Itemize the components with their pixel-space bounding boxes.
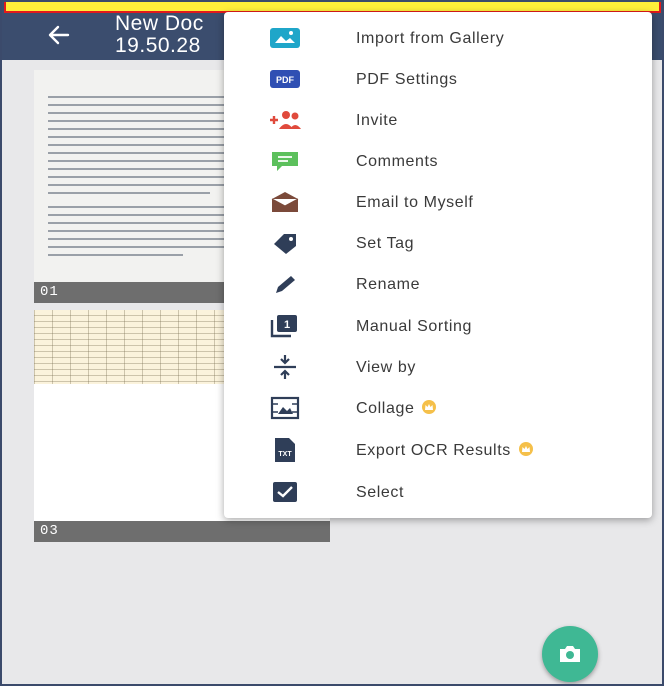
comment-icon — [268, 148, 302, 174]
menu-item-set-tag[interactable]: Set Tag — [224, 223, 652, 264]
menu-item-label: Comments — [356, 153, 439, 170]
sort-icon: 1 — [268, 313, 302, 339]
menu-item-import-from-gallery[interactable]: Import from Gallery — [224, 18, 652, 59]
menu-item-label: Manual Sorting — [356, 318, 473, 335]
menu-item-invite[interactable]: Invite — [224, 100, 652, 141]
menu-item-export-ocr-results[interactable]: TXT Export OCR Results — [224, 430, 652, 471]
document-title: New Doc 19.50.28 — [115, 13, 204, 57]
camera-icon — [560, 646, 580, 662]
overflow-menu: Import from Gallery PDF PDF Settings Inv… — [224, 12, 652, 518]
checkbox-icon — [268, 479, 302, 505]
view-by-icon — [268, 354, 302, 380]
menu-item-label: Import from Gallery — [356, 30, 505, 47]
menu-item-rename[interactable]: Rename — [224, 264, 652, 305]
envelope-icon — [268, 189, 302, 215]
menu-item-label-text: Export OCR Results — [356, 442, 511, 459]
crown-icon — [422, 400, 437, 414]
document-title-line1: New Doc — [115, 12, 204, 35]
menu-item-label: Collage — [356, 399, 437, 419]
menu-item-label: Invite — [356, 112, 398, 129]
arrow-left-icon[interactable] — [46, 22, 74, 50]
menu-item-manual-sorting[interactable]: 1 Manual Sorting — [224, 306, 652, 347]
menu-item-label: Email to Myself — [356, 194, 474, 211]
menu-item-label: Select — [356, 484, 405, 501]
camera-button[interactable] — [542, 626, 598, 682]
crown-icon — [518, 442, 533, 456]
document-title-line2: 19.50.28 — [115, 34, 201, 57]
menu-item-view-by[interactable]: View by — [224, 347, 652, 388]
page-number-label: 03 — [34, 521, 330, 542]
menu-item-label: View by — [356, 359, 416, 376]
svg-text:PDF: PDF — [276, 75, 295, 85]
menu-item-label: Export OCR Results — [356, 441, 533, 461]
svg-text:1: 1 — [284, 319, 290, 331]
menu-item-email-to-myself[interactable]: Email to Myself — [224, 182, 652, 223]
menu-item-pdf-settings[interactable]: PDF PDF Settings — [224, 59, 652, 100]
pencil-icon — [268, 271, 302, 297]
menu-item-label: Rename — [356, 276, 421, 293]
pdf-icon: PDF — [268, 66, 302, 92]
menu-item-comments[interactable]: Comments — [224, 141, 652, 182]
txt-file-icon: TXT — [268, 437, 302, 463]
menu-item-collage[interactable]: Collage — [224, 388, 652, 429]
tag-icon — [268, 230, 302, 256]
menu-item-select[interactable]: Select — [224, 472, 652, 513]
menu-item-label: PDF Settings — [356, 71, 458, 88]
menu-item-label: Set Tag — [356, 235, 415, 252]
menu-item-label-text: Collage — [356, 400, 415, 417]
collage-icon — [268, 395, 302, 421]
svg-text:TXT: TXT — [278, 451, 292, 458]
add-people-icon — [268, 107, 302, 133]
image-icon — [268, 25, 302, 51]
